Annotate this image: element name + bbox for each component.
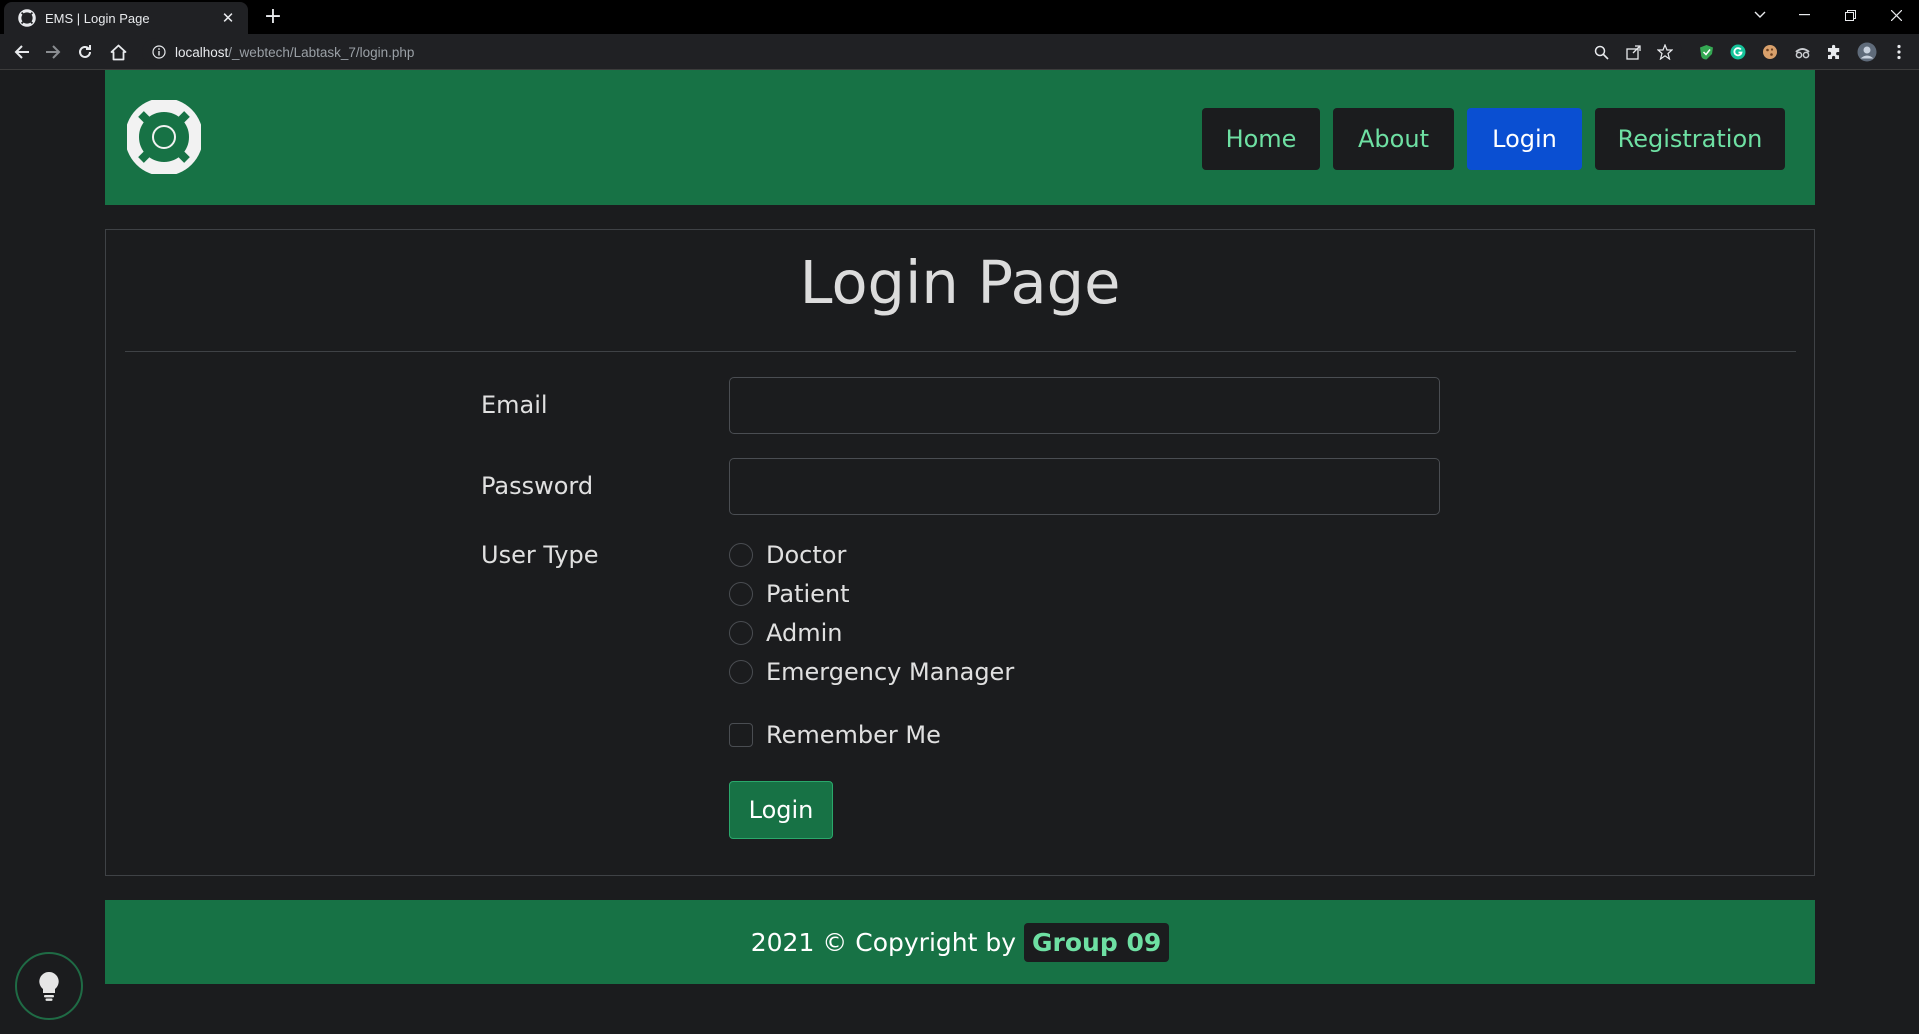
shield-extension-icon[interactable] bbox=[1696, 42, 1716, 62]
radio-button[interactable] bbox=[729, 660, 753, 684]
tab-title: EMS | Login Page bbox=[45, 10, 150, 26]
new-tab-button[interactable]: + bbox=[258, 2, 288, 32]
browser-tab[interactable]: EMS | Login Page ✕ bbox=[4, 2, 248, 34]
lifebuoy-logo-icon[interactable] bbox=[127, 100, 201, 174]
zoom-icon[interactable] bbox=[1591, 42, 1611, 62]
radio-label-doctor: Doctor bbox=[766, 541, 847, 569]
radio-admin[interactable]: Admin bbox=[729, 617, 843, 649]
radio-label-admin: Admin bbox=[766, 619, 843, 647]
reload-icon[interactable] bbox=[70, 37, 100, 67]
group-badge: Group 09 bbox=[1024, 922, 1170, 962]
home-icon[interactable] bbox=[103, 37, 133, 67]
nav-login-button[interactable]: Login bbox=[1467, 108, 1582, 170]
radio-label-patient: Patient bbox=[766, 580, 850, 608]
lifebuoy-icon bbox=[18, 9, 36, 27]
radio-label-emergency-manager: Emergency Manager bbox=[766, 658, 1015, 686]
nav-about-button[interactable]: About bbox=[1333, 108, 1454, 170]
url-path: /_webtech/Labtask_7/login.php bbox=[228, 44, 415, 60]
minimize-icon[interactable] bbox=[1781, 0, 1827, 30]
nav-home-button[interactable]: Home bbox=[1202, 108, 1320, 170]
close-window-icon[interactable] bbox=[1873, 0, 1919, 30]
login-card: Login Page Email Password User Type Doct… bbox=[105, 229, 1815, 876]
radio-emergency-manager[interactable]: Emergency Manager bbox=[729, 656, 1014, 688]
remember-me-checkbox-row[interactable]: Remember Me bbox=[729, 719, 941, 751]
lightbulb-icon bbox=[39, 971, 59, 1001]
back-icon[interactable] bbox=[7, 37, 37, 67]
site-footer: 2021 © Copyright by Group 09 bbox=[105, 900, 1815, 984]
cookie-extension-icon[interactable] bbox=[1760, 42, 1780, 62]
remember-me-checkbox[interactable] bbox=[729, 723, 753, 747]
divider bbox=[125, 351, 1796, 352]
login-submit-button[interactable]: Login bbox=[729, 781, 833, 839]
tab-search-icon[interactable] bbox=[1737, 0, 1783, 30]
restore-icon[interactable] bbox=[1827, 0, 1873, 30]
star-icon[interactable] bbox=[1655, 42, 1675, 62]
user-type-label: User Type bbox=[481, 541, 599, 569]
radio-button[interactable] bbox=[729, 621, 753, 645]
email-label: Email bbox=[481, 391, 548, 419]
password-input[interactable] bbox=[729, 458, 1440, 515]
page-title: Login Page bbox=[799, 248, 1121, 317]
menu-kebab-icon[interactable] bbox=[1889, 42, 1909, 62]
theme-toggle-button[interactable] bbox=[15, 952, 83, 1020]
radio-patient[interactable]: Patient bbox=[729, 578, 850, 610]
browser-toolbar: localhost/_webtech/Labtask_7/login.php bbox=[0, 34, 1919, 70]
password-label: Password bbox=[481, 472, 594, 500]
radio-button[interactable] bbox=[729, 582, 753, 606]
browser-tabstrip: EMS | Login Page ✕ + bbox=[0, 0, 1919, 34]
incognito-extension-icon[interactable] bbox=[1792, 42, 1812, 62]
extensions-puzzle-icon[interactable] bbox=[1824, 42, 1844, 62]
email-input[interactable] bbox=[729, 377, 1440, 434]
radio-doctor[interactable]: Doctor bbox=[729, 539, 846, 571]
radio-button[interactable] bbox=[729, 543, 753, 567]
profile-avatar-icon[interactable] bbox=[1857, 42, 1877, 62]
copyright-text: 2021 © Copyright by bbox=[750, 927, 1017, 957]
share-icon[interactable] bbox=[1623, 42, 1643, 62]
close-tab-icon[interactable]: ✕ bbox=[218, 9, 238, 27]
nav-registration-button[interactable]: Registration bbox=[1595, 108, 1785, 170]
address-bar[interactable]: localhost/_webtech/Labtask_7/login.php bbox=[142, 38, 1682, 66]
forward-icon[interactable] bbox=[38, 37, 68, 67]
info-icon[interactable] bbox=[152, 45, 166, 59]
remember-me-label: Remember Me bbox=[766, 721, 941, 749]
grammarly-icon[interactable] bbox=[1728, 42, 1748, 62]
url-host: localhost bbox=[175, 44, 229, 60]
site-navbar: Home About Login Registration bbox=[105, 70, 1815, 205]
